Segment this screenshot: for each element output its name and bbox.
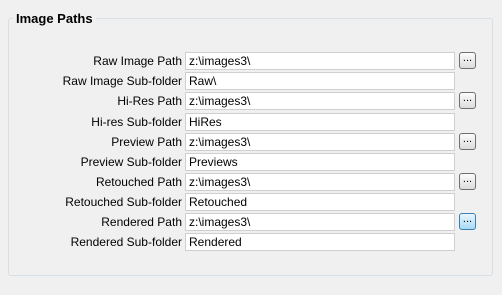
raw-image-path-browse-button[interactable]: ...: [459, 52, 476, 69]
raw-image-subfolder-row: Raw Image Sub-folder Raw\: [0, 72, 502, 90]
raw-image-path-row: Raw Image Path z:\images3\ ...: [0, 52, 502, 70]
preview-path-input[interactable]: z:\images3\: [185, 133, 455, 151]
rendered-path-label: Rendered Path: [101, 215, 182, 229]
preview-subfolder-row: Preview Sub-folder Previews: [0, 153, 502, 171]
retouched-path-label: Retouched Path: [95, 175, 182, 189]
hi-res-path-row: Hi-Res Path z:\images3\ ...: [0, 92, 502, 110]
rendered-path-input[interactable]: z:\images3\: [185, 213, 455, 231]
raw-image-subfolder-label: Raw Image Sub-folder: [62, 74, 182, 88]
retouched-path-row: Retouched Path z:\images3\ ...: [0, 173, 502, 191]
hi-res-path-input[interactable]: z:\images3\: [185, 92, 455, 110]
preview-path-row: Preview Path z:\images3\ ...: [0, 133, 502, 151]
raw-image-subfolder-input[interactable]: Raw\: [185, 72, 455, 90]
hi-res-subfolder-label: Hi-res Sub-folder: [91, 115, 182, 129]
preview-subfolder-input[interactable]: Previews: [185, 153, 455, 171]
retouched-subfolder-label: Retouched Sub-folder: [65, 195, 182, 209]
preview-subfolder-label: Preview Sub-folder: [80, 155, 182, 169]
raw-image-path-label: Raw Image Path: [93, 54, 182, 68]
preview-path-browse-button[interactable]: ...: [459, 133, 476, 150]
rendered-subfolder-row: Rendered Sub-folder Rendered: [0, 233, 502, 251]
rendered-path-browse-button[interactable]: ...: [459, 213, 476, 230]
hi-res-subfolder-row: Hi-res Sub-folder HiRes: [0, 113, 502, 131]
retouched-subfolder-input[interactable]: Retouched: [185, 193, 455, 211]
hi-res-path-label: Hi-Res Path: [117, 94, 182, 108]
retouched-path-input[interactable]: z:\images3\: [185, 173, 455, 191]
rendered-subfolder-input[interactable]: Rendered: [185, 233, 455, 251]
retouched-path-browse-button[interactable]: ...: [459, 173, 476, 190]
group-title: Image Paths: [13, 11, 96, 26]
hi-res-path-browse-button[interactable]: ...: [459, 92, 476, 109]
hi-res-subfolder-input[interactable]: HiRes: [185, 113, 455, 131]
rendered-subfolder-label: Rendered Sub-folder: [70, 235, 182, 249]
rendered-path-row: Rendered Path z:\images3\ ...: [0, 213, 502, 231]
retouched-subfolder-row: Retouched Sub-folder Retouched: [0, 193, 502, 211]
raw-image-path-input[interactable]: z:\images3\: [185, 52, 455, 70]
preview-path-label: Preview Path: [111, 135, 182, 149]
